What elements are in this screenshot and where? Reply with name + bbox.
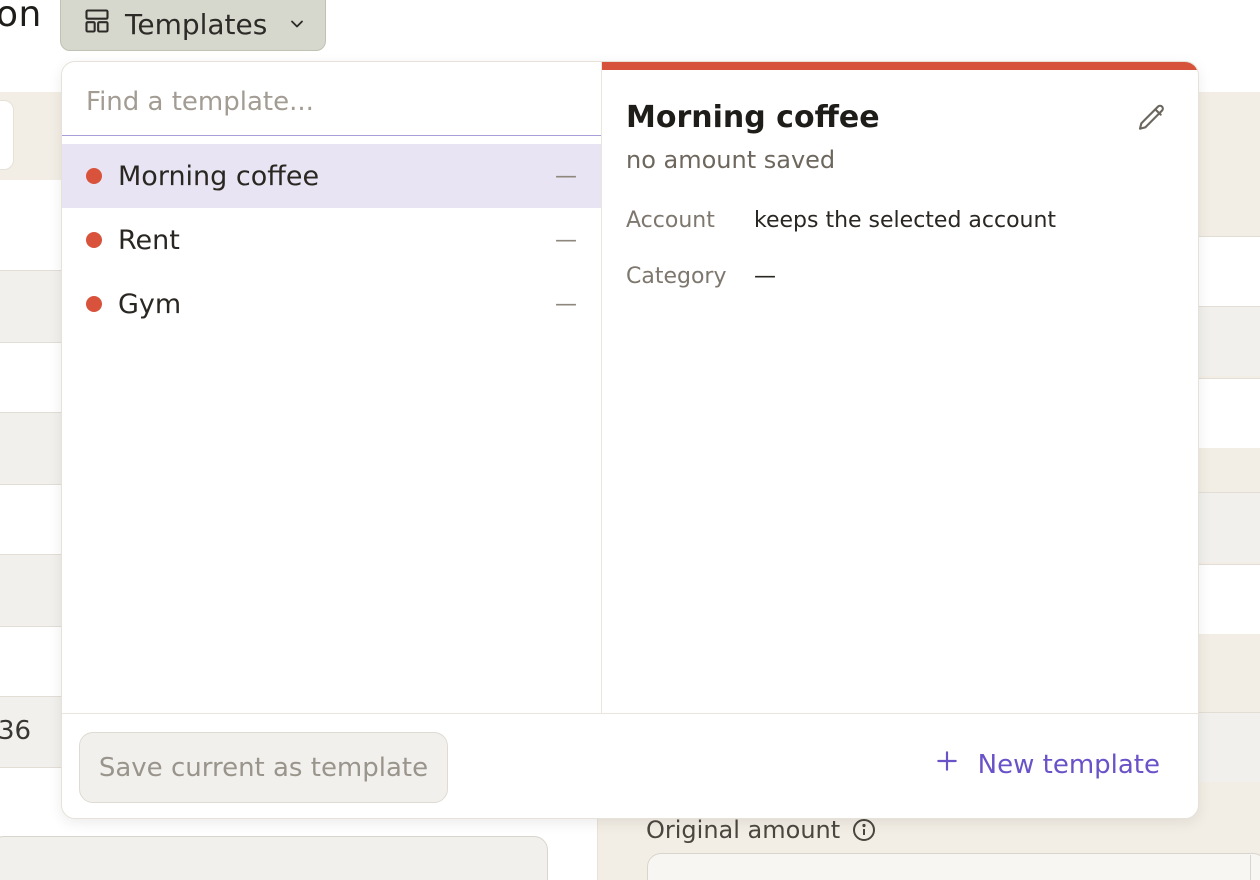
original-amount-input[interactable] xyxy=(647,853,1260,880)
template-search xyxy=(62,62,601,136)
bg-table-row xyxy=(0,342,64,414)
bg-table-row xyxy=(0,626,64,698)
color-dot xyxy=(86,168,102,184)
bg-table-row xyxy=(1198,378,1260,448)
bg-cell-value: 36 xyxy=(0,716,32,746)
bg-table-row xyxy=(0,412,64,484)
info-icon[interactable] xyxy=(852,818,876,842)
detail-row-category: Category — xyxy=(626,264,776,289)
new-template-label: New template xyxy=(977,749,1160,780)
templates-popover: Morning coffee — Rent — Gym — Morning co… xyxy=(61,61,1199,819)
bg-input-field[interactable] xyxy=(0,836,548,880)
edit-template-button[interactable] xyxy=(1132,100,1172,140)
popover-footer: Save current as template New template xyxy=(62,713,1198,818)
template-item-gym[interactable]: Gym — xyxy=(62,272,601,336)
template-detail-pane: Morning coffee no amount saved Account k… xyxy=(602,62,1198,713)
detail-value: keeps the selected account xyxy=(754,208,1057,233)
template-amount: — xyxy=(555,163,577,189)
bg-table-row xyxy=(0,270,64,342)
new-template-button[interactable]: New template xyxy=(934,748,1160,781)
chevron-down-icon xyxy=(287,8,307,41)
detail-title: Morning coffee xyxy=(626,100,880,135)
color-dot xyxy=(86,296,102,312)
bg-table-row xyxy=(1198,492,1260,562)
bg-table-row xyxy=(0,484,64,556)
template-search-input[interactable] xyxy=(62,62,601,135)
page-title: on xyxy=(0,0,42,35)
detail-subtitle: no amount saved xyxy=(626,146,836,174)
original-amount-label: Original amount xyxy=(646,816,876,844)
template-list: Morning coffee — Rent — Gym — xyxy=(62,144,601,336)
bg-table-row xyxy=(1198,712,1260,782)
detail-key: Category xyxy=(626,264,727,289)
template-item-rent[interactable]: Rent — xyxy=(62,208,601,272)
plus-icon xyxy=(934,748,960,781)
templates-button[interactable]: Templates xyxy=(60,0,326,51)
detail-key: Account xyxy=(626,208,715,233)
template-item-morning-coffee[interactable]: Morning coffee — xyxy=(62,144,601,208)
layout-icon xyxy=(83,7,111,42)
template-name: Morning coffee xyxy=(118,160,320,192)
bg-left-control[interactable] xyxy=(0,100,14,170)
template-amount: — xyxy=(555,291,577,317)
template-amount: — xyxy=(555,227,577,253)
templates-button-label: Templates xyxy=(125,8,268,41)
bg-table-row xyxy=(1198,306,1260,376)
detail-value: — xyxy=(754,264,776,289)
color-dot xyxy=(86,232,102,248)
template-list-pane: Morning coffee — Rent — Gym — xyxy=(62,62,602,713)
template-name: Rent xyxy=(118,224,180,256)
save-as-template-button[interactable]: Save current as template xyxy=(79,732,448,803)
bg-table-row xyxy=(1198,236,1260,306)
pencil-icon xyxy=(1136,102,1168,138)
accent-bar xyxy=(602,62,1198,70)
input-divider xyxy=(1250,855,1251,880)
template-name: Gym xyxy=(118,288,182,320)
bg-table-row xyxy=(0,554,64,626)
bg-table-row xyxy=(1198,564,1260,634)
original-amount-text: Original amount xyxy=(646,816,841,844)
detail-row-account: Account keeps the selected account xyxy=(626,208,1056,233)
